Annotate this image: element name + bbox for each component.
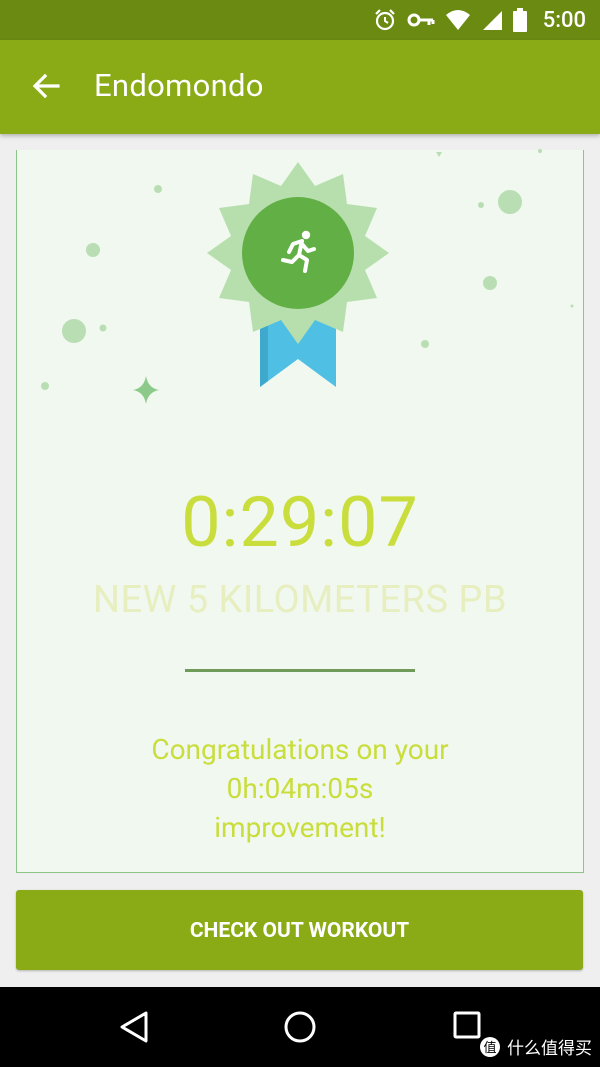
divider xyxy=(185,669,415,672)
watermark-text: 什么值得买 xyxy=(507,1039,592,1059)
congrats-line-3: improvement! xyxy=(214,811,386,844)
navigation-bar: 值 什么值得买 xyxy=(0,987,600,1067)
congrats-message: Congratulations on your 0h:04m:05s impro… xyxy=(0,730,600,847)
medal-badge xyxy=(207,162,389,387)
check-out-workout-button[interactable]: CHECK OUT WORKOUT xyxy=(16,890,583,970)
watermark-logo-icon: 值 xyxy=(480,1036,500,1057)
running-person-icon xyxy=(281,230,316,273)
congrats-line-2: 0h:04m:05s xyxy=(226,772,374,805)
back-triangle-icon[interactable] xyxy=(117,1009,151,1045)
watermark: 值 什么值得买 xyxy=(479,1034,592,1059)
pb-title: NEW 5 KILOMETERS PB xyxy=(92,578,508,622)
svg-text:值: 值 xyxy=(483,1040,496,1056)
home-circle-icon[interactable] xyxy=(282,1009,318,1045)
pb-time: 0:29:07 xyxy=(181,482,419,564)
congrats-line-1: Congratulations on your xyxy=(151,733,449,766)
